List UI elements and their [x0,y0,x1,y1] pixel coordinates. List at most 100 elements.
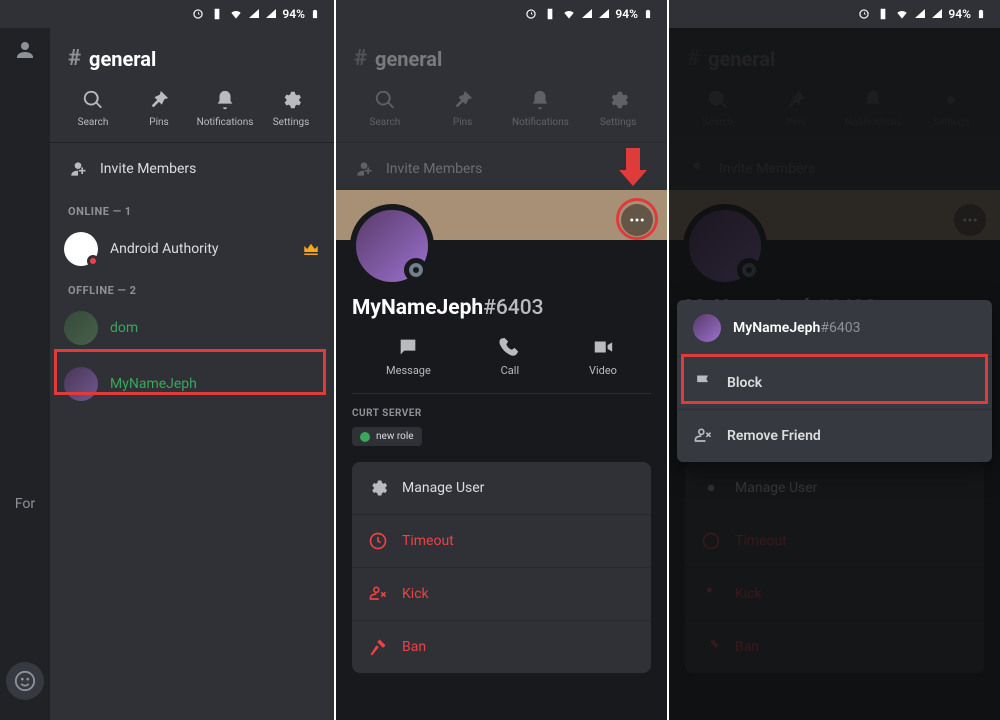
vibrate-icon [210,7,224,21]
wifi-icon [895,7,909,21]
invite-members-button[interactable]: Invite Members [50,143,334,195]
search-button[interactable]: Search [60,89,126,128]
mgmt-label: Ban [402,639,426,655]
status-bar: 94% [0,0,334,28]
management-section: Manage User Timeout Kick Ban [352,462,651,673]
status-bar: 94% [336,0,667,28]
role-name: new role [376,431,414,442]
member-row[interactable]: dom [50,303,334,353]
mgmt-label: Kick [402,586,429,602]
signal-icon [931,8,943,20]
search-icon [82,89,104,111]
ellipsis-icon [628,211,646,229]
channel-name: general [89,47,156,71]
action-label: Video [589,364,617,377]
avatar [64,311,98,345]
pins-button[interactable]: Pins [126,89,192,128]
profile-action-row: Message Call Video [352,336,651,394]
flag-icon [693,373,713,393]
toolbar-label: Search [78,117,109,128]
channel-panel: # general Search Pins Notifications Sett… [50,28,334,720]
clock-icon [368,531,388,551]
popup-label: Remove Friend [727,428,821,444]
toolbar-label: Settings [273,117,310,128]
server-section-label: CURT SERVER [352,408,651,419]
member-name: MyNameJeph [110,376,197,392]
popup-label: Block [727,375,762,391]
video-icon [592,336,614,358]
message-button[interactable]: Message [386,336,431,377]
alarm-icon [857,7,871,21]
invite-label: Invite Members [100,161,196,177]
mgmt-label: Timeout [402,533,454,549]
message-icon [397,336,419,358]
role-dot-icon [360,432,370,442]
context-menu-header: MyNameJeph#6403 [677,300,992,356]
avatar [693,314,721,342]
remove-friend-button[interactable]: Remove Friend [677,409,992,462]
panel-context-menu: 94% #general Search Pins Notifications S… [667,0,1000,720]
signal-icon [581,8,593,20]
video-button[interactable]: Video [589,336,617,377]
gear-icon [368,478,388,498]
alarm-icon [191,7,205,21]
action-label: Message [386,364,431,377]
battery-pct: 94% [282,7,305,21]
channel-header: # general [50,28,334,83]
battery-icon [643,7,653,21]
member-row-highlighted[interactable]: MyNameJeph [50,353,334,415]
timeout-button[interactable]: Timeout [352,514,651,567]
bell-icon [214,89,236,111]
kick-button[interactable]: Kick [352,567,651,620]
online-heading: ONLINE — 1 [50,195,334,224]
crown-icon [302,240,320,258]
avatar [64,232,98,266]
avatar [64,367,98,401]
block-button[interactable]: Block [677,356,992,409]
profile-username: MyNameJeph#6403 [352,296,651,320]
status-offline-icon [404,258,428,282]
red-arrow-annotation [619,148,647,186]
gear-icon [280,89,302,111]
offline-heading: OFFLINE — 2 [50,274,334,303]
emoji-button[interactable] [6,662,44,700]
mgmt-label: Manage User [402,480,484,496]
context-menu: MyNameJeph#6403 Block Remove Friend [677,300,992,462]
battery-pct: 94% [948,7,971,21]
profile-discriminator: #6403 [483,296,543,320]
role-chip[interactable]: new role [352,427,422,446]
action-label: Call [501,364,520,377]
pin-icon [148,89,170,111]
toolbar-label: Notifications [197,117,254,128]
manage-user-button[interactable]: Manage User [352,462,651,514]
members-icon[interactable] [13,38,37,62]
invite-icon [68,159,88,179]
more-options-button[interactable] [621,204,653,236]
alarm-icon [524,7,538,21]
signal-icon [598,8,610,20]
wifi-icon [562,7,576,21]
call-button[interactable]: Call [499,336,521,377]
phone-icon [499,336,521,358]
toolbar-label: Pins [149,117,168,128]
wifi-icon [229,7,243,21]
settings-button[interactable]: Settings [258,89,324,128]
member-name: dom [110,320,138,336]
battery-icon [976,7,986,21]
member-row[interactable]: Android Authority [50,224,334,274]
remove-friend-icon [693,426,713,446]
member-name: Android Authority [110,241,219,257]
vibrate-icon [543,7,557,21]
left-rail: For [0,28,50,720]
context-menu-username: MyNameJeph#6403 [733,320,860,336]
hammer-icon [368,637,388,657]
panel-profile-sheet: 94% #general Search Pins Notifications S… [334,0,667,720]
signal-icon [248,8,260,20]
ban-button[interactable]: Ban [352,620,651,673]
user-profile-sheet: MyNameJeph#6403 Message Call Video CURT … [336,190,667,720]
kick-icon [368,584,388,604]
battery-pct: 94% [615,7,638,21]
notifications-button[interactable]: Notifications [192,89,258,128]
profile-avatar[interactable] [350,204,434,288]
status-bar: 94% [669,0,1000,28]
